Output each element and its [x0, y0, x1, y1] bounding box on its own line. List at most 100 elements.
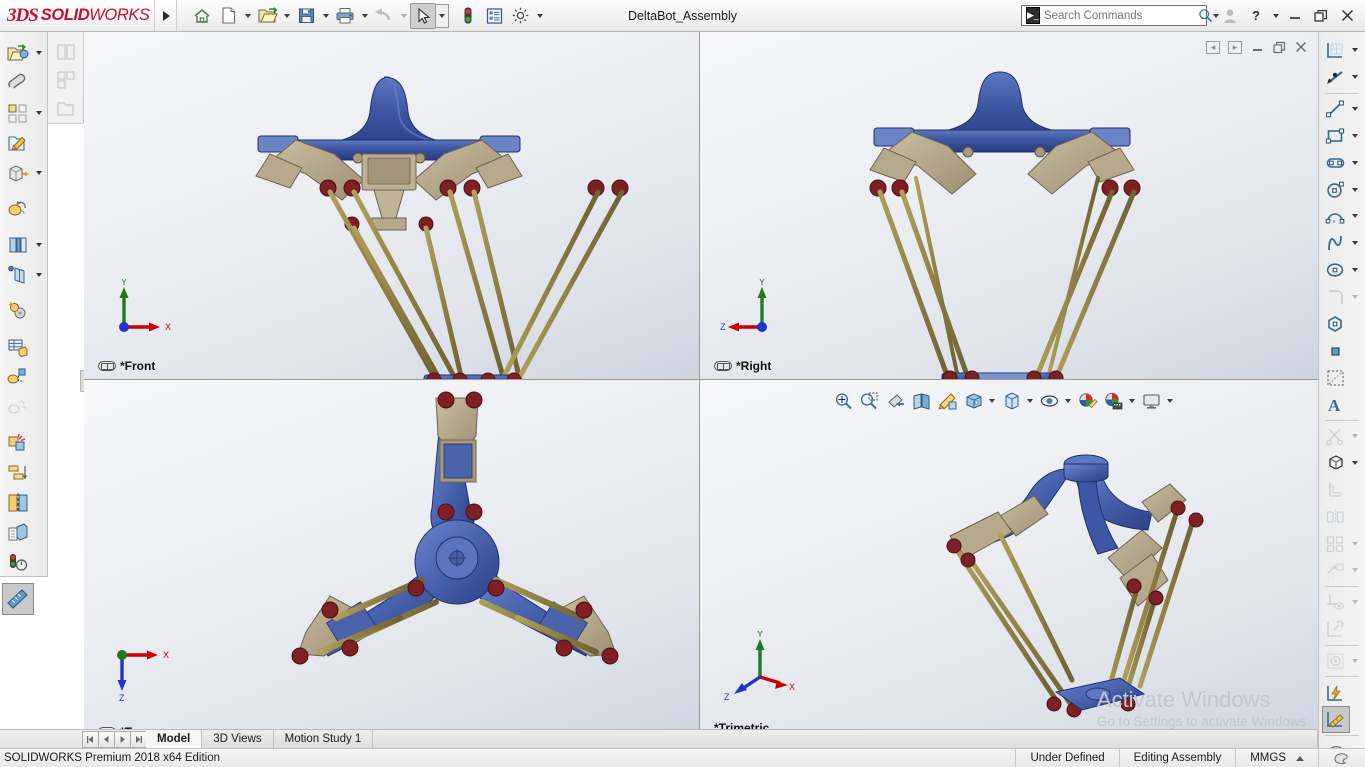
- trim-entities-icon[interactable]: [1323, 424, 1349, 449]
- new-motion-study-icon[interactable]: [3, 296, 33, 326]
- move-component-icon[interactable]: [3, 158, 33, 188]
- open-document-dropdown[interactable]: [280, 3, 293, 29]
- viewport-vertical-splitter[interactable]: [699, 32, 700, 745]
- view-settings-button[interactable]: [1138, 388, 1164, 414]
- fillet-tool-dropdown[interactable]: [1349, 285, 1361, 310]
- home-button[interactable]: [189, 3, 215, 29]
- restore-button[interactable]: [1308, 3, 1334, 29]
- vp-minimize-button[interactable]: [1246, 36, 1268, 58]
- minimize-button[interactable]: [1282, 3, 1308, 29]
- point-tool-icon[interactable]: [1323, 338, 1349, 363]
- assembly-features-icon[interactable]: [3, 230, 33, 260]
- smart-fasteners-icon[interactable]: [3, 128, 33, 158]
- measure-icon[interactable]: [1, 583, 34, 615]
- viewport-right[interactable]: Y Z *Right ◂ ▸: [700, 32, 1318, 379]
- tab-3d-views[interactable]: 3D Views: [202, 730, 274, 748]
- construction-geometry-icon[interactable]: [1323, 365, 1349, 390]
- help-dropdown[interactable]: [1269, 3, 1282, 29]
- view-settings-dropdown[interactable]: [1164, 388, 1176, 414]
- sketch-dropdown[interactable]: [1349, 38, 1361, 63]
- bill-of-materials-icon[interactable]: [3, 332, 33, 362]
- ellipse-tool-icon[interactable]: [1323, 258, 1349, 283]
- hide-show-items-button[interactable]: [1036, 388, 1062, 414]
- ellipse-tool-dropdown[interactable]: [1349, 258, 1361, 283]
- mate-icon[interactable]: [51, 38, 81, 66]
- line-tool-icon[interactable]: [1323, 97, 1349, 122]
- insert-components-icon[interactable]: [3, 68, 33, 98]
- rectangle-tool-dropdown[interactable]: [1349, 123, 1361, 148]
- linear-pattern-grey-icon[interactable]: [51, 66, 81, 94]
- spline-tool-dropdown[interactable]: [1349, 231, 1361, 256]
- viewport-top[interactable]: X Z *Top: [84, 380, 699, 745]
- circle-tool-icon[interactable]: [1323, 177, 1349, 202]
- viewport-horizontal-splitter[interactable]: [84, 379, 1318, 380]
- edit-sketch-dropdown[interactable]: [1349, 65, 1361, 90]
- user-account-icon[interactable]: [1217, 3, 1243, 29]
- tab-motion-study-1[interactable]: Motion Study 1: [273, 730, 374, 748]
- assembly-visualization-icon[interactable]: [3, 518, 33, 548]
- display-style-dropdown[interactable]: [1024, 388, 1036, 414]
- settings-button[interactable]: [507, 3, 533, 29]
- fillet-tool-icon[interactable]: [1323, 285, 1349, 310]
- smart-fasteners-grey-icon[interactable]: [51, 95, 81, 123]
- quick-snaps-dropdown[interactable]: [1349, 648, 1361, 673]
- mirror-entities-icon[interactable]: [1323, 504, 1349, 529]
- edit-appearance-button[interactable]: [1074, 388, 1100, 414]
- zoom-to-fit-button[interactable]: [830, 388, 856, 414]
- units-dropdown-icon[interactable]: [1296, 755, 1304, 761]
- select-dropdown[interactable]: [436, 3, 449, 28]
- vp-close-button[interactable]: [1290, 36, 1312, 58]
- linear-component-pattern-icon[interactable]: [3, 98, 33, 128]
- print-dropdown[interactable]: [358, 3, 371, 29]
- rectangle-tool-icon[interactable]: [1323, 123, 1349, 148]
- spline-tool-icon[interactable]: [1323, 231, 1349, 256]
- text-tool-icon[interactable]: A: [1323, 392, 1349, 417]
- tab-nav-first[interactable]: [82, 730, 99, 748]
- reference-geometry-dropdown[interactable]: [33, 260, 45, 290]
- clearance-verification-icon[interactable]: [3, 458, 33, 488]
- quick-snaps-icon[interactable]: [1323, 648, 1349, 673]
- exploded-view-icon[interactable]: [3, 362, 33, 392]
- open-document-button[interactable]: [254, 3, 280, 29]
- slot-tool-dropdown[interactable]: [1349, 150, 1361, 175]
- display-style-button[interactable]: [998, 388, 1024, 414]
- tab-nav-last[interactable]: [130, 730, 147, 748]
- print-button[interactable]: [332, 3, 358, 29]
- convert-entities-icon[interactable]: [1323, 451, 1349, 476]
- arc-tool-dropdown[interactable]: [1349, 204, 1361, 229]
- vp-restore-button[interactable]: [1268, 36, 1290, 58]
- view-orientation-dropdown[interactable]: [986, 388, 998, 414]
- repair-sketch-icon[interactable]: [1323, 617, 1349, 642]
- edit-component-dropdown[interactable]: [33, 38, 45, 68]
- trim-entities-dropdown[interactable]: [1349, 424, 1361, 449]
- hide-show-items-dropdown[interactable]: [1062, 388, 1074, 414]
- view-orientation-cube-button[interactable]: [960, 388, 986, 414]
- move-entities-dropdown[interactable]: [1349, 558, 1361, 583]
- tab-nav-prev[interactable]: [98, 730, 115, 748]
- offset-entities-icon[interactable]: [1323, 477, 1349, 502]
- select-button[interactable]: [410, 2, 436, 29]
- view-orientation-button[interactable]: [934, 388, 960, 414]
- status-overlay-icon-cell[interactable]: [1318, 748, 1365, 767]
- slot-tool-icon[interactable]: [1323, 150, 1349, 175]
- vp-next-button[interactable]: ▸: [1224, 36, 1246, 58]
- previous-view-button[interactable]: [882, 388, 908, 414]
- close-button[interactable]: [1334, 3, 1360, 29]
- linear-component-pattern-dropdown[interactable]: [33, 98, 45, 128]
- arc-tool-icon[interactable]: [1323, 204, 1349, 229]
- rapid-sketch-icon[interactable]: [1323, 680, 1349, 705]
- viewport-front[interactable]: Y X *Front: [84, 32, 699, 379]
- help-button[interactable]: ?: [1243, 3, 1269, 29]
- search-icon[interactable]: [1198, 8, 1213, 23]
- apply-scene-button[interactable]: [1100, 388, 1126, 414]
- explode-line-sketch-icon[interactable]: [3, 392, 33, 422]
- line-tool-dropdown[interactable]: [1349, 97, 1361, 122]
- save-button[interactable]: [293, 3, 319, 29]
- move-component-dropdown[interactable]: [33, 158, 45, 188]
- status-units[interactable]: MMGS: [1235, 748, 1318, 767]
- vp-prev-button[interactable]: ◂: [1202, 36, 1224, 58]
- edit-component-icon[interactable]: [3, 38, 33, 68]
- section-view-button[interactable]: [908, 388, 934, 414]
- tab-model[interactable]: Model: [146, 730, 203, 748]
- menu-expand-arrow-button[interactable]: [155, 0, 177, 31]
